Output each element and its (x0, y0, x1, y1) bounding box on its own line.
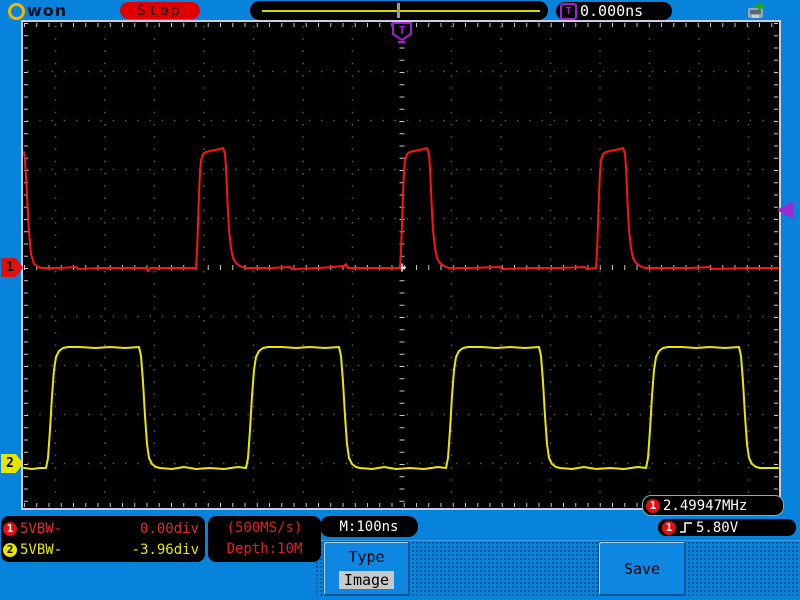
save-button[interactable]: Save (598, 541, 686, 596)
trigger-marker-letter: T (399, 24, 406, 37)
owon-logo-text: won (27, 1, 68, 20)
ch1-badge: 1 (3, 521, 17, 536)
trigger-marker-dash (398, 41, 405, 43)
run-stop-button[interactable]: Stop (120, 2, 200, 19)
trigger-t-icon: T (560, 2, 577, 20)
ch1-scale-label: 5VBW- (20, 520, 63, 537)
usb-storage-icon (746, 2, 768, 24)
trigger-level-readout: 1 5.80V (658, 519, 796, 536)
trigger-level-arrow-icon (776, 200, 794, 224)
type-image-button[interactable]: Type Image (323, 541, 410, 596)
frequency-value: 2.49947MHz (663, 497, 748, 514)
ch1-position-value: 0.00div (139, 520, 199, 537)
view-position-tick (397, 3, 400, 18)
trigger-time-value: 0.000ns (580, 2, 644, 20)
memory-span-line (262, 10, 540, 12)
channel-info-panel: 1 5VBW- 0.00div 2 5VBW- -3.96div (1, 516, 205, 562)
ch1-badge: 1 (662, 520, 676, 535)
ch1-badge: 1 (646, 498, 660, 513)
sample-rate: (500MS/s) (226, 520, 303, 536)
type-value: Image (338, 571, 395, 589)
timebase-readout: M:100ns (320, 516, 418, 537)
rising-edge-icon (680, 522, 692, 533)
ch2-info-row: 2 5VBW- -3.96div (3, 540, 199, 560)
owon-logo-ring-icon (8, 2, 25, 20)
save-label: Save (623, 559, 661, 578)
owon-logo: won (8, 1, 67, 21)
memory-depth: Depth:10M (226, 541, 303, 557)
memory-position-bar (250, 1, 548, 20)
ch1-info-row: 1 5VBW- 0.00div (3, 519, 199, 539)
type-label: Type (348, 548, 385, 566)
ch2-scale-label: 5VBW- (20, 541, 63, 558)
trigger-level-value: 5.80V (696, 519, 739, 536)
frequency-counter: 1 2.49947MHz (642, 495, 784, 516)
ch2-position-value: -3.96div (131, 541, 199, 558)
ch2-badge: 2 (3, 542, 17, 557)
acquisition-info-panel: (500MS/s) Depth:10M (208, 516, 321, 562)
trigger-time-readout: T 0.000ns (556, 2, 672, 20)
